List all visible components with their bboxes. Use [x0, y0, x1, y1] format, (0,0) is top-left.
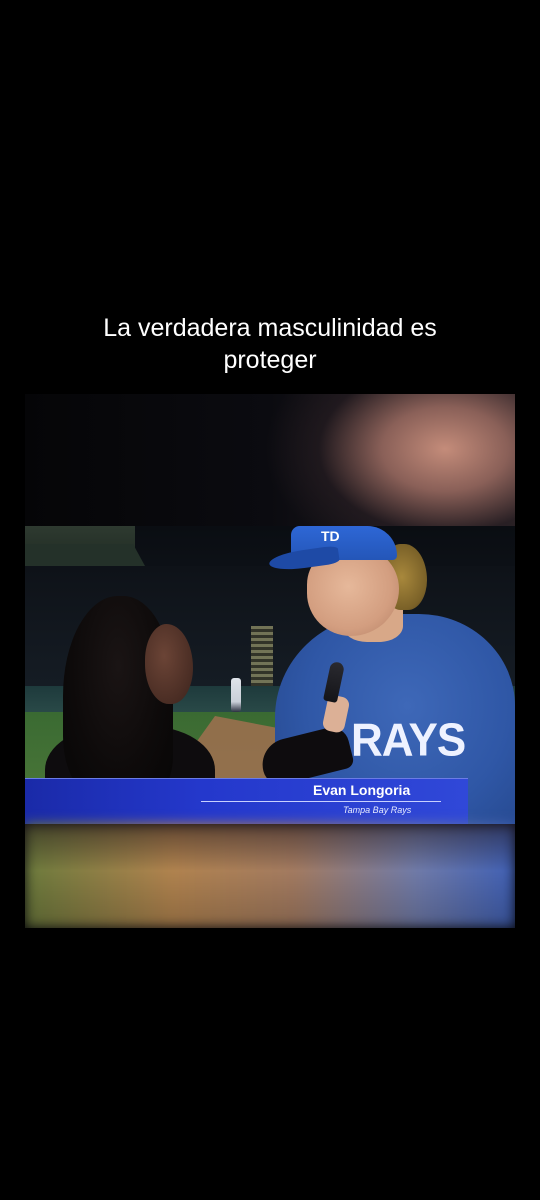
- lower-third-divider: [201, 801, 441, 802]
- cap-logo: TD: [321, 528, 340, 544]
- top-blur-band: [25, 394, 515, 526]
- video-frame[interactable]: RAYS TD Evan Longoria Tampa Bay Rays: [25, 394, 515, 928]
- lower-third-name: Evan Longoria: [313, 782, 411, 798]
- bottom-blur-overlay: [25, 824, 515, 928]
- caption-line-2: proteger: [223, 346, 317, 374]
- lower-third-team: Tampa Bay Rays: [343, 805, 412, 815]
- video-caption: La verdadera masculinidad es proteger: [0, 312, 540, 376]
- caption-line-1: La verdadera masculinidad es: [103, 314, 437, 342]
- jersey-lettering: RAYS: [351, 714, 466, 767]
- distant-player: [231, 678, 241, 712]
- stadium-roof-edge: [25, 544, 145, 566]
- interview-scene: RAYS TD Evan Longoria Tampa Bay Rays: [25, 526, 515, 824]
